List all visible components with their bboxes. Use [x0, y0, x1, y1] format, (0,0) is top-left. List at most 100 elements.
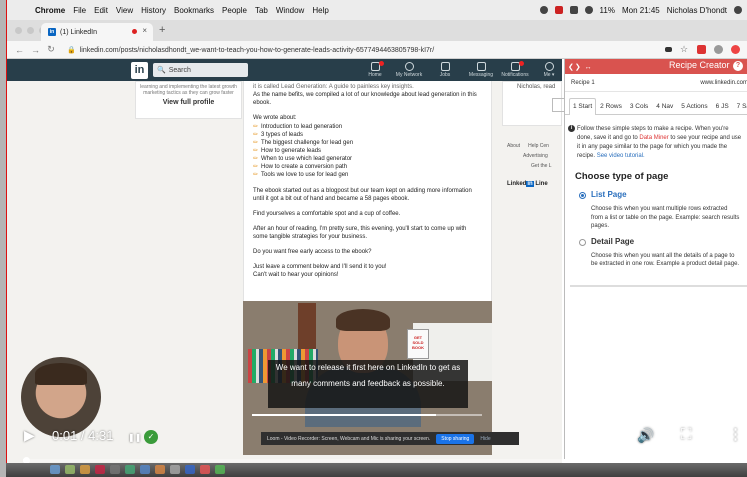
jobs-icon	[440, 62, 450, 71]
tab-js[interactable]: 6 JS	[712, 98, 733, 114]
tab-save[interactable]: 7 Save	[733, 98, 747, 114]
loom-extension-icon[interactable]	[731, 45, 740, 54]
dock-app-icon[interactable]	[170, 465, 180, 474]
dock-app-icon[interactable]	[110, 465, 120, 474]
tray-record-icon[interactable]	[554, 6, 563, 14]
menubar-user[interactable]: Nicholas D'hondt	[667, 6, 727, 15]
volume-icon[interactable]: 🔊	[637, 427, 654, 444]
forward-icon[interactable]: →	[31, 45, 40, 55]
fullscreen-icon[interactable]: ⛶	[681, 426, 692, 443]
dock-app-icon[interactable]	[155, 465, 165, 474]
search-icon[interactable]	[734, 6, 742, 14]
help-icon[interactable]: ?	[733, 61, 743, 71]
tab-actions[interactable]: 5 Actions	[677, 98, 711, 114]
recipe-name[interactable]: Recipe 1	[571, 80, 595, 91]
menu-app[interactable]: Chrome	[35, 6, 65, 15]
tab-start[interactable]: 1 Start	[569, 98, 597, 115]
dock-app-icon[interactable]	[80, 465, 90, 474]
tab-rows[interactable]: 2 Rows	[596, 98, 626, 114]
tab-cols[interactable]: 3 Cols	[626, 98, 652, 114]
footer-advertising[interactable]: Advertising	[507, 151, 563, 161]
video-tutorial-link[interactable]: See video tutorial.	[597, 153, 645, 159]
check-icon[interactable]: ✓	[144, 430, 158, 444]
menu-view[interactable]: View	[116, 6, 133, 15]
detail-page-radio[interactable]	[579, 238, 586, 246]
minimize-window-icon[interactable]	[27, 27, 34, 34]
extension-icon[interactable]	[714, 45, 723, 54]
battery-percent[interactable]: 11%	[600, 6, 615, 15]
new-tab-icon[interactable]: +	[159, 24, 165, 36]
footer-about[interactable]: About	[507, 141, 520, 151]
menu-window[interactable]: Window	[276, 6, 304, 15]
linkedin-search-input[interactable]: 🔍 Search	[153, 63, 248, 77]
webcam-bubble[interactable]	[21, 357, 101, 437]
dock-app-icon[interactable]	[215, 465, 225, 474]
video-shelf	[298, 303, 316, 353]
menu-bookmarks[interactable]: Bookmarks	[174, 6, 214, 15]
footer-get-app[interactable]: Get the L	[507, 161, 563, 171]
stop-sharing-button[interactable]: Stop sharing	[436, 433, 475, 444]
nav-home[interactable]: Home	[357, 61, 393, 78]
menu-help[interactable]: Help	[312, 6, 328, 15]
data-miner-link[interactable]: Data Miner	[639, 135, 668, 141]
nav-messaging[interactable]: Messaging	[463, 61, 499, 78]
pause-icon[interactable]: ❚❚	[128, 433, 141, 442]
tray-dropbox-icon[interactable]	[569, 6, 578, 14]
dock-app-icon[interactable]	[50, 465, 60, 474]
dock-app-icon[interactable]	[95, 465, 105, 474]
dock-icons	[50, 465, 225, 474]
dock-app-icon[interactable]	[140, 465, 150, 474]
nav-my-network[interactable]: My Network	[391, 61, 427, 78]
linkedin-logo[interactable]: in	[131, 62, 148, 79]
close-tab-icon[interactable]: ×	[142, 26, 147, 35]
detail-page-option[interactable]: Detail Page Choose this when you want al…	[579, 237, 747, 269]
browser-tab-linkedin[interactable]: in (1) LinkedIn ×	[41, 23, 153, 41]
close-window-icon[interactable]	[15, 27, 22, 34]
browser-tabstrip: in (1) LinkedIn × +	[7, 20, 747, 41]
tab-nav[interactable]: 4 Nav	[652, 98, 677, 114]
url-field[interactable]: 🔒 linkedin.com/posts/nicholasdhondt_we-wa…	[67, 46, 434, 54]
dock-app-icon[interactable]	[125, 465, 135, 474]
list-item: How to generate leads	[253, 147, 482, 155]
footer-help[interactable]: Help Cen	[528, 141, 549, 151]
menu-people[interactable]: People	[222, 6, 247, 15]
extension-icons: ☆	[665, 45, 740, 54]
player-progress-bar[interactable]	[22, 457, 735, 464]
cast-icon[interactable]	[665, 47, 672, 52]
dock-app-icon[interactable]	[185, 465, 195, 474]
brand-suffix: Line	[533, 181, 548, 187]
list-page-option[interactable]: List Page Choose this when you want mult…	[579, 190, 747, 231]
menu-edit[interactable]: Edit	[94, 6, 108, 15]
data-miner-extension-icon[interactable]	[697, 45, 706, 54]
search-placeholder: Search	[168, 66, 191, 74]
miner-scrollbar[interactable]	[570, 285, 747, 287]
post-video-progress[interactable]	[252, 414, 482, 416]
miner-title: Recipe Creator	[669, 60, 730, 70]
menu-history[interactable]: History	[141, 6, 166, 15]
menu-file[interactable]: File	[73, 6, 86, 15]
wifi-icon[interactable]	[584, 6, 593, 14]
more-options-icon[interactable]: ⋮	[728, 425, 743, 443]
profile-text: learning and implementing the latest gro…	[140, 84, 237, 96]
back-icon[interactable]: ←	[15, 45, 24, 55]
hide-button[interactable]: Hide	[480, 436, 490, 442]
clock[interactable]: Mon 21:45	[622, 6, 660, 15]
miner-window-controls-icon[interactable]: ❮❯ ↔	[568, 63, 593, 71]
menubar-tray: 11% Mon 21:45 Nicholas D'hondt	[539, 0, 742, 20]
play-icon[interactable]: ▶	[24, 427, 35, 444]
list-item: When to use which lead generator	[253, 155, 482, 163]
nav-messaging-label: Messaging	[468, 72, 494, 78]
detail-page-label[interactable]: Detail Page	[591, 237, 747, 246]
nav-me[interactable]: Me ▾	[531, 61, 567, 78]
view-full-profile-link[interactable]: View full profile	[136, 99, 241, 106]
list-page-label[interactable]: List Page	[591, 190, 747, 199]
menu-tab[interactable]: Tab	[255, 6, 268, 15]
list-page-radio[interactable]	[579, 192, 586, 199]
dock-app-icon[interactable]	[200, 465, 210, 474]
dock-app-icon[interactable]	[65, 465, 75, 474]
reload-icon[interactable]: ↻	[47, 44, 55, 55]
nav-jobs[interactable]: Jobs	[427, 61, 463, 78]
nav-notifications[interactable]: Notifications	[497, 61, 533, 78]
star-icon[interactable]: ☆	[680, 45, 689, 54]
tray-app-icon[interactable]	[539, 6, 548, 14]
